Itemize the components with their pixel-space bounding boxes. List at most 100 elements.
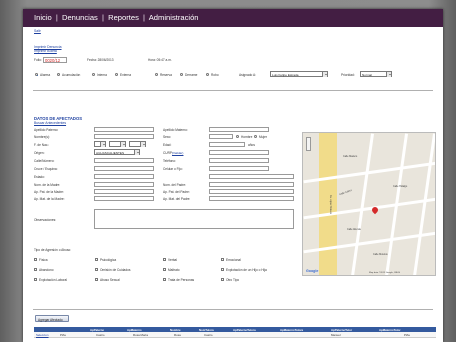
anio-select[interactable] [129,141,146,147]
map-street-label: Calle Allende [347,228,361,231]
folio-label: Folio: [34,58,42,62]
table-row[interactable]: Seleccion Piña Castro Rosa María Rosa Ca… [34,332,436,338]
estado-extra-input[interactable] [209,174,294,179]
table-cell: Rosa [174,333,181,338]
folio-field[interactable]: 0020/12 [43,57,67,63]
nav-item-inicio[interactable]: Inicio [34,13,52,22]
radio-interna[interactable] [92,73,95,76]
buscar-antecedentes-link[interactable]: Buscar Antecedentes [34,121,66,125]
checkbox-fisica[interactable] [34,258,37,261]
radio-acumulacion[interactable] [57,73,60,76]
field-label: Calle/Número: [34,159,55,163]
cruce-input[interactable] [94,166,154,171]
nav-separator: | [55,13,58,22]
asignado-select[interactable]: Luis Felipe Estrada [270,71,328,77]
map-street-label: Calle Morelos [373,253,388,256]
sexo-option-label: Hombre [241,135,253,139]
add-affected-button[interactable]: Agregar Afectado [35,315,69,322]
field-label: Ap. Mat. del Padre: [163,197,191,201]
ap-mat-padre-input[interactable] [209,196,294,201]
ap-pat-madre-input[interactable] [94,189,154,194]
edad-input[interactable] [209,142,245,147]
nav-item-denuncias[interactable]: Denuncias [62,13,98,22]
field-label: Ap. Pat. de la Madre: [34,190,64,194]
map-street-label: Av. López Mateos [328,195,332,214]
field-label: Sexo: [163,135,172,139]
telefono-input[interactable] [209,158,269,163]
map-street-label: Calle Juárez [338,188,353,197]
chevron-down-icon [140,142,145,147]
map-attribution: Map data ©2013 Google, INEGI [369,272,401,274]
map-logo: Google [306,269,319,273]
agresion-title: Tipo de Agresión o Abuso: [34,248,72,252]
ap-mat-madre-input[interactable] [94,196,154,201]
nom-padre-input[interactable] [209,182,294,187]
prioridad-value: Normal [362,72,372,77]
radio-mujer[interactable] [254,135,257,138]
radio-reserva[interactable] [155,73,158,76]
asignado-label: Asignado A: [239,73,257,77]
checkbox-verbal[interactable] [163,258,166,261]
checkbox-explotacion-laboral[interactable] [34,278,37,281]
estado-input[interactable] [94,174,154,179]
divider [33,90,433,91]
dia-select[interactable] [94,141,106,147]
radio-externa[interactable] [115,73,118,76]
checkbox-abandono[interactable] [34,268,37,271]
print-boleta-link[interactable]: Imprimir Boleta [34,49,57,53]
table-cell: Piña [60,333,66,338]
agresion-option-label: Omisión de Cuidados [100,268,131,272]
curp-validar-link[interactable]: (Validar) [172,151,183,155]
radio-hombre[interactable] [236,135,239,138]
ap-pat-padre-input[interactable] [209,189,294,194]
radio-alarma[interactable] [35,73,38,76]
apellido-materno-input[interactable] [209,127,269,132]
select-row-link[interactable]: Seleccion [36,333,49,337]
location-map[interactable]: Calle Madero Calle Hidalgo Calle Juárez … [302,132,436,276]
nav-item-reportes[interactable]: Reportes [108,13,139,22]
nav-item-administracion[interactable]: Administración [149,13,199,22]
chevron-down-icon [322,72,327,77]
sexo-input[interactable] [209,134,233,139]
curp-input[interactable] [209,150,269,155]
field-label: Nombre(s): [34,135,50,139]
origen-select[interactable]: AGUASCALIENTES [94,149,140,155]
checkbox-emocional[interactable] [221,258,224,261]
logout-link[interactable]: Salir [34,29,41,33]
agresion-option-label: Verbal [168,258,178,262]
column-header: NomTutora [199,327,214,332]
celular-input[interactable] [209,166,269,171]
apellido-paterno-input[interactable] [94,127,154,132]
checkbox-abuso-sexual[interactable] [95,278,98,281]
mes-select[interactable] [109,141,126,147]
checkbox-omision[interactable] [95,268,98,271]
field-label: Origen: [34,151,45,155]
field-label: Teléfono: [163,159,176,163]
map-street-label: Calle Hidalgo [393,185,408,188]
nav-separator: | [101,13,104,22]
radio-derrame[interactable] [180,73,183,76]
field-label: Cruce / Esquina: [34,167,58,171]
nom-madre-input[interactable] [94,182,154,187]
calle-input[interactable] [94,158,154,163]
observaciones-textarea[interactable] [94,209,294,229]
origen-value: AGUASCALIENTES [96,150,125,155]
prioridad-select[interactable]: Normal [360,71,392,77]
checkbox-trata[interactable] [163,278,166,281]
radio-robo[interactable] [206,73,209,76]
agresion-option-label: Abuso Sexual [100,278,120,282]
observaciones-label: Observaciones: [34,218,57,222]
chevron-down-icon [134,150,139,155]
checkbox-psicologica[interactable] [95,258,98,261]
column-header: ApPaternoTutora [233,327,256,332]
app-page: Inicio | Denuncias | Reportes | Administ… [23,9,443,342]
asignado-value: Luis Felipe Estrada [272,72,299,77]
checkbox-otro[interactable] [221,278,224,281]
agresion-option-label: Maltrato [168,268,180,272]
radio-label: Derrame [185,73,198,77]
nombre-input[interactable] [94,134,154,139]
checkbox-explotacion-hijo[interactable] [221,268,224,271]
zoom-control-icon[interactable] [306,137,311,151]
radio-label: Externa [120,73,131,77]
checkbox-maltrato[interactable] [163,268,166,271]
